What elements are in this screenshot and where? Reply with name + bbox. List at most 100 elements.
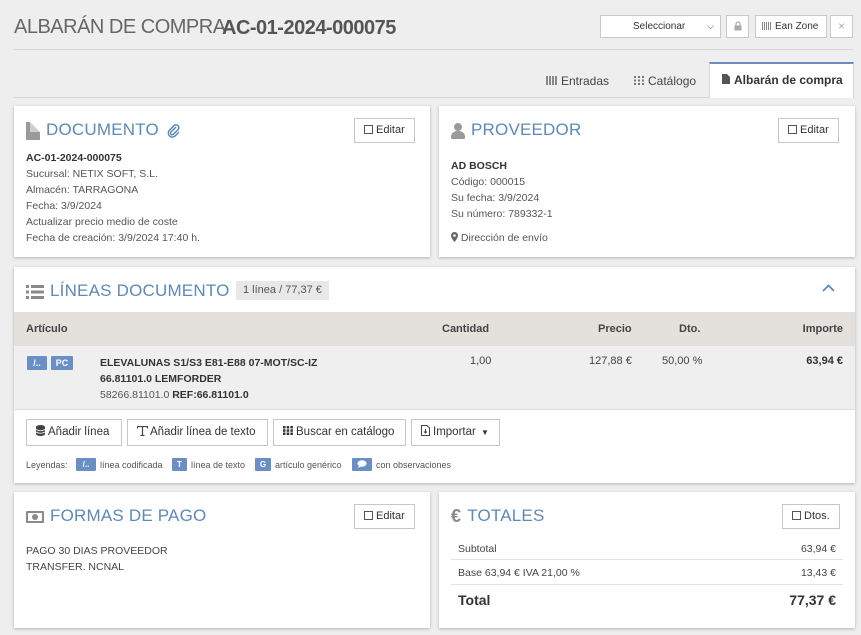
search-catalog-label: Buscar en catálogo: [296, 426, 395, 438]
formas-pago-panel: FORMAS DE PAGO Editar PAGO 30 DIAS PROVE…: [14, 492, 430, 628]
legend-text-tag: T: [172, 458, 187, 471]
barcode-icon: [762, 22, 772, 31]
article-code: 58266.81101.0: [100, 389, 170, 401]
tax-row: Base 63,94 € IVA 21,00 % 13,43 €: [458, 567, 836, 585]
ean-zone-button[interactable]: Ean Zone: [755, 15, 827, 38]
edit-icon: [792, 511, 801, 520]
import-file-icon: [421, 425, 430, 436]
legend-coded-text: línea codificada: [100, 460, 163, 470]
documento-info: AC-01-2024-000075 Sucursal: NETIX SOFT, …: [26, 150, 200, 246]
tab-catalogo[interactable]: Catálogo: [634, 70, 696, 98]
payment-method-2: TRANSFER. NCNAL: [26, 561, 125, 573]
money-icon: [26, 510, 44, 523]
document-icon: [26, 121, 40, 140]
legend-generic-text: artículo genérico: [275, 460, 342, 470]
document-number: AC-01-2024-000075: [222, 17, 396, 39]
legend-coded-tag: /..: [76, 458, 96, 471]
database-icon: [35, 425, 46, 436]
import-dropdown-button[interactable]: Importar ▼: [411, 419, 500, 446]
documento-number: AC-01-2024-000075: [26, 152, 122, 164]
payment-method-1: PAGO 30 DIAS PROVEEDOR: [26, 545, 168, 557]
proveedor-panel: PROVEEDOR Editar AD BOSCH Código: 000015…: [439, 106, 855, 257]
proveedor-title: PROVEEDOR: [451, 120, 581, 140]
article-brand: 66.81101.0 LEMFORDER: [100, 373, 222, 385]
shipping-address-label: Dirección de envío: [460, 232, 548, 244]
article-name: ELEVALUNAS S1/S3 E81-E88 07-MOT/SC-IZ: [100, 357, 318, 369]
proveedor-codigo: Código: 000015: [451, 176, 526, 188]
table-row[interactable]: /.. PC ELEVALUNAS S1/S3 E81-E88 07-MOT/S…: [14, 346, 855, 410]
list-icon: [26, 284, 44, 299]
ean-zone-label: Ean Zone: [775, 21, 819, 32]
proveedor-su-numero: Su número: 789332-1: [451, 208, 553, 220]
page-header: ALBARÁN DE COMPRA AC-01-2024-000075 Sele…: [14, 12, 853, 50]
legend-text-text: línea de texto: [191, 460, 246, 470]
tax-value: 13,43 €: [800, 567, 836, 579]
grid-icon: [283, 426, 293, 435]
edit-icon: [364, 511, 373, 520]
euro-icon: €: [451, 506, 462, 527]
grid-icon: [634, 76, 644, 85]
caret-down-icon: ▼: [481, 428, 489, 437]
search-catalog-button[interactable]: Buscar en catálogo: [273, 419, 406, 446]
dtos-button[interactable]: Dtos.: [782, 504, 840, 529]
tab-entradas-label: Entradas: [561, 74, 610, 88]
lock-button[interactable]: [726, 15, 749, 38]
col-importe: Importe: [802, 323, 843, 335]
formas-pago-title: FORMAS DE PAGO: [26, 506, 206, 526]
proveedor-edit-label: Editar: [800, 124, 829, 136]
divider: [451, 559, 843, 560]
totales-title: € TOTALES: [451, 506, 545, 527]
add-text-line-button[interactable]: Añadir línea de texto: [127, 419, 268, 446]
edit-icon: [788, 125, 797, 134]
lines-count-badge: 1 línea / 77,37 €: [236, 281, 329, 300]
tab-albaran-label: Albarán de compra: [734, 73, 843, 87]
col-cantidad: Cantidad: [442, 323, 490, 335]
proveedor-title-text: PROVEEDOR: [471, 120, 582, 139]
divider: [451, 584, 843, 585]
lineas-panel: LÍNEAS DOCUMENTO 1 línea / 77,37 € Artíc…: [14, 267, 855, 483]
proveedor-edit-button[interactable]: Editar: [778, 118, 839, 143]
paperclip-icon[interactable]: [167, 123, 181, 138]
formas-pago-edit-label: Editar: [376, 510, 405, 522]
map-marker-icon: [451, 232, 458, 242]
documento-fecha-creacion: Fecha de creación: 3/9/2024 17:40 h.: [26, 232, 200, 244]
totales-panel: € TOTALES Dtos. Subtotal 63,94 € Base 63,…: [439, 492, 855, 628]
documento-edit-button[interactable]: Editar: [354, 118, 415, 143]
subtotal-label: Subtotal: [458, 543, 497, 555]
tab-albaran-de-compra[interactable]: Albarán de compra: [709, 62, 854, 98]
action-select[interactable]: Seleccionar ⌵: [600, 15, 721, 38]
tab-bar: Entradas Catálogo Albarán de compra: [14, 62, 854, 98]
lineas-title: LÍNEAS DOCUMENTO: [26, 281, 230, 301]
col-dto: Dto.: [679, 323, 701, 335]
documento-panel: DOCUMENTO Editar AC-01-2024-000075 Sucur…: [14, 106, 430, 257]
chevron-up-icon: [822, 284, 835, 292]
total-label: Total: [458, 592, 491, 608]
totales-title-text: TOTALES: [467, 506, 545, 525]
close-icon: ×: [837, 19, 845, 33]
documento-almacen: Almacén: TARRAGONA: [26, 184, 139, 196]
col-articulo: Artículo: [26, 323, 68, 335]
tab-entradas[interactable]: Entradas: [546, 70, 609, 98]
formas-pago-edit-button[interactable]: Editar: [354, 504, 415, 529]
file-icon: [722, 74, 730, 84]
legend-generic-tag: G: [255, 458, 271, 471]
proveedor-su-fecha: Su fecha: 3/9/2024: [451, 192, 540, 204]
payment-methods: PAGO 30 DIAS PROVEEDOR TRANSFER. NCNAL: [26, 543, 168, 575]
shipping-address-link[interactable]: Dirección de envío: [451, 230, 553, 246]
subtotal-value: 63,94 €: [800, 543, 836, 555]
proveedor-info: AD BOSCH Código: 000015 Su fecha: 3/9/20…: [451, 158, 553, 246]
lineas-title-text: LÍNEAS DOCUMENTO: [50, 281, 230, 300]
add-line-label: Añadir línea: [48, 426, 110, 438]
documento-precio-medio: Actualizar precio medio de coste: [26, 216, 178, 228]
total-value: 77,37 €: [789, 592, 836, 608]
lines-table-header: Artículo Cantidad Precio Dto. Importe: [14, 312, 855, 346]
collapse-button[interactable]: [822, 279, 835, 295]
action-select-value: Seleccionar: [633, 21, 686, 32]
documento-fecha: Fecha: 3/9/2024: [26, 200, 102, 212]
import-label: Importar: [433, 426, 476, 438]
close-button[interactable]: ×: [830, 15, 853, 38]
comment-icon: [352, 458, 372, 471]
chevron-down-icon: ⌵: [707, 21, 714, 31]
add-line-button[interactable]: Añadir línea: [26, 419, 122, 446]
text-icon: [136, 425, 149, 437]
